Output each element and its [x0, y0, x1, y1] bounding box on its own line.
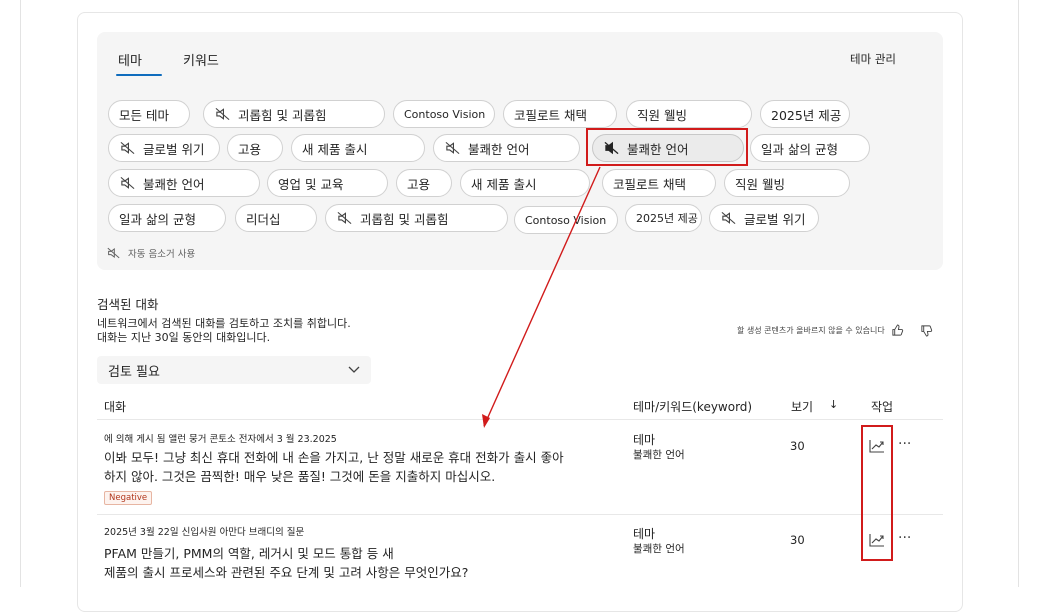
chip-label: Contoso Vision	[525, 213, 607, 227]
chip-label: 리더십	[246, 211, 281, 227]
theme-chip[interactable]: 2025년 제공	[625, 204, 702, 232]
chip-label: 새 제품 출시	[471, 176, 537, 192]
more-options-icon[interactable]: ···	[898, 436, 911, 452]
theme-chip[interactable]: 영업 및 교육	[267, 169, 388, 197]
manage-themes-link[interactable]: 테마 관리	[850, 51, 896, 67]
left-border	[20, 0, 21, 587]
view-count: 30	[790, 533, 805, 547]
view-count: 30	[790, 439, 805, 453]
speaker-muted-icon	[720, 211, 736, 225]
chip-label: 불쾌한 언어	[143, 176, 205, 192]
column-header-views[interactable]: 보기	[791, 398, 813, 415]
theme-chip[interactable]: Contoso Vision	[393, 100, 495, 128]
theme-chip[interactable]: 고용	[227, 134, 283, 162]
theme-value: 불쾌한 언어	[633, 449, 685, 461]
chip-label: 직원 웰빙	[637, 107, 687, 123]
chip-label: Contoso Vision	[404, 107, 486, 121]
post-meta: 2025년 3월 22일 신입사원 아만다 브래디의 질문	[104, 527, 305, 538]
annotation-highlight-chip	[586, 128, 748, 166]
sentiment-badge: Negative	[104, 491, 153, 505]
auto-mute-label: 자동 음소거 사용	[128, 249, 196, 260]
theme-chip[interactable]: 코필로트 채택	[503, 100, 617, 128]
right-border	[1018, 0, 1019, 587]
chip-label: 괴롭힘 및 괴롭힘	[238, 107, 327, 123]
speaker-muted-icon	[119, 141, 135, 155]
post-line: 하지 않아. 그것은 끔찍한! 매우 낮은 품질! 그것에 돈을 지출하지 마십…	[104, 469, 496, 484]
speaker-muted-icon	[336, 211, 352, 225]
chip-label: 일과 삶의 균형	[119, 211, 196, 227]
chip-label: 고용	[407, 176, 431, 192]
speaker-muted-icon	[444, 141, 460, 155]
post-line: 이봐 모두! 그냥 최신 휴대 전화에 내 손을 가지고, 난 정말 새로운 휴…	[104, 450, 564, 465]
chip-label: 코필로트 채택	[613, 176, 686, 192]
theme-label: 테마	[633, 527, 656, 541]
thumbs-up-icon[interactable]	[891, 324, 904, 337]
sort-descending-icon[interactable]: ↓	[829, 398, 838, 411]
chip-label: 고용	[238, 141, 262, 157]
column-header-actions: 작업	[871, 400, 894, 414]
theme-chip-muted[interactable]: 불쾌한 언어	[433, 134, 580, 162]
chip-label: 영업 및 교육	[278, 176, 344, 192]
theme-chip[interactable]: 2025년 제공	[760, 100, 850, 128]
thumbs-down-icon[interactable]	[920, 324, 933, 337]
post-body: 이봐 모두! 그냥 최신 휴대 전화에 내 손을 가지고, 난 정말 새로운 휴…	[104, 448, 604, 486]
theme-chip[interactable]: Contoso Vision	[514, 206, 618, 234]
chip-label: 새 제품 출시	[302, 141, 368, 157]
annotation-highlight-actions	[861, 425, 893, 561]
theme-chip[interactable]: 모든 테마	[108, 100, 190, 128]
post-line: PFAM 만들기, PMM의 역할, 레거시 및 모드 통합 등 새	[104, 546, 394, 561]
theme-chip-muted[interactable]: 괴롭힘 및 괴롭힘	[325, 204, 508, 232]
theme-chip[interactable]: 고용	[396, 169, 452, 197]
chip-label: 2025년 제공	[636, 212, 698, 225]
theme-chip[interactable]: 일과 삶의 균형	[750, 134, 870, 162]
speaker-muted-icon	[107, 247, 120, 259]
section-title: 검색된 대화	[97, 297, 159, 312]
theme-chip[interactable]: 새 제품 출시	[460, 169, 590, 197]
auto-mute-toggle[interactable]: 자동 음소거 사용	[107, 246, 195, 260]
review-status-dropdown[interactable]: 검토 필요	[97, 356, 371, 384]
chip-label: 직원 웰빙	[735, 176, 785, 192]
speaker-muted-icon	[119, 176, 135, 190]
page: 테마 키워드 테마 관리 모든 테마 괴롭힘 및 괴롭힘 Contoso Vis…	[0, 0, 1040, 612]
speaker-muted-icon	[214, 107, 230, 121]
chip-label: 글로벌 위기	[744, 211, 806, 227]
tab-active-indicator	[116, 74, 162, 76]
ai-feedback: 할 생성 콘텐츠가 올바르지 않을 수 있습니다	[737, 324, 933, 337]
theme-chip-muted[interactable]: 글로벌 위기	[709, 204, 819, 232]
theme-chip[interactable]: 리더십	[235, 204, 317, 232]
theme-chip[interactable]: 코필로트 채택	[602, 169, 716, 197]
chip-label: 2025년 제공	[771, 107, 842, 123]
row-divider	[97, 514, 943, 515]
column-header-conversation[interactable]: 대화	[104, 398, 126, 415]
theme-chip[interactable]: 새 제품 출시	[291, 134, 425, 162]
chevron-down-icon	[348, 366, 360, 373]
chip-label: 모든 테마	[119, 107, 169, 123]
theme-chip[interactable]: 직원 웰빙	[626, 100, 752, 128]
theme-chip[interactable]: 직원 웰빙	[724, 169, 850, 197]
column-header-theme[interactable]: 테마/키워드(keyword)	[633, 398, 752, 415]
post-line: 제품의 출시 프로세스와 관련된 주요 단계 및 고려 사항은 무엇인가요?	[104, 565, 469, 580]
tab-keywords[interactable]: 키워드	[183, 50, 219, 69]
post-body: PFAM 만들기, PMM의 역할, 레거시 및 모드 통합 등 새 제품의 출…	[104, 544, 604, 582]
theme-label: 테마	[633, 433, 656, 447]
chip-label: 일과 삶의 균형	[761, 141, 838, 157]
chip-label: 괴롭힘 및 괴롭힘	[360, 211, 449, 227]
dropdown-value: 검토 필요	[108, 364, 160, 380]
chip-label: 코필로트 채택	[514, 107, 587, 123]
theme-chip[interactable]: 일과 삶의 균형	[108, 204, 226, 232]
chip-label: 글로벌 위기	[143, 141, 205, 157]
theme-value: 불쾌한 언어	[633, 543, 685, 555]
more-options-icon[interactable]: ···	[898, 530, 911, 546]
tab-themes[interactable]: 테마	[118, 50, 142, 69]
chip-label: 불쾌한 언어	[468, 141, 530, 157]
post-meta: 에 의해 게시 됨 앨런 뭉거 콘토소 전자에서 3 월 23.2025	[104, 434, 337, 445]
theme-chip-muted[interactable]: 괴롭힘 및 괴롭힘	[203, 100, 385, 128]
theme-chip-muted[interactable]: 글로벌 위기	[108, 134, 220, 162]
ai-disclaimer: 할 생성 콘텐츠가 올바르지 않을 수 있습니다	[737, 326, 885, 335]
section-description-period: 대화는 지난 30일 동안의 대화입니다.	[97, 331, 271, 344]
theme-chip-muted[interactable]: 불쾌한 언어	[108, 169, 260, 197]
header-divider	[97, 419, 943, 420]
